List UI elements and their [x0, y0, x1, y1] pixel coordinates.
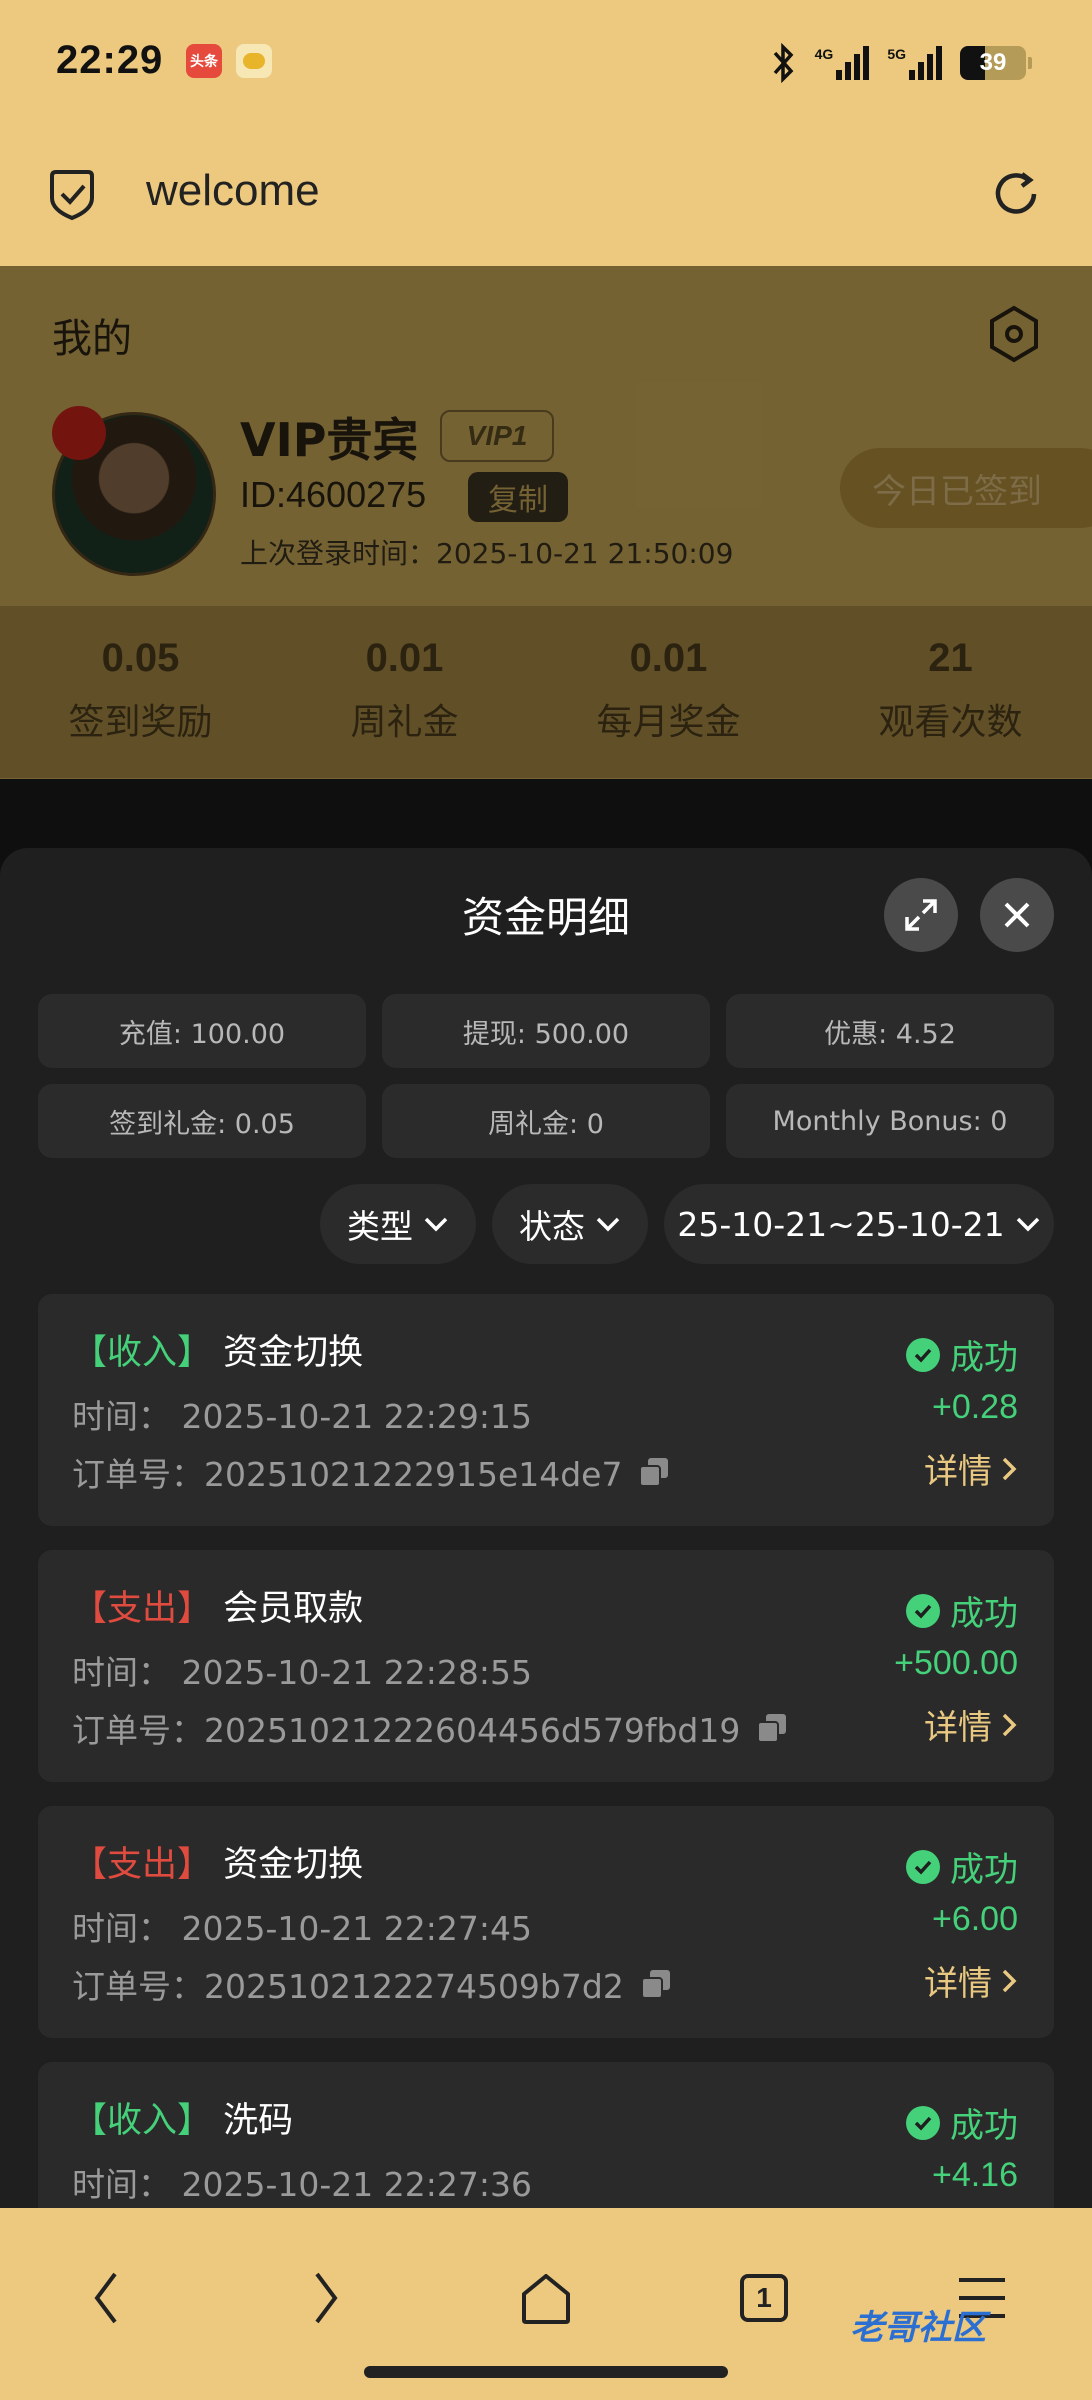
news-app-icon: 头条	[186, 44, 222, 78]
check-circle-icon	[906, 1849, 940, 1884]
record-direction: 【收入】	[72, 2101, 213, 2141]
chevron-right-icon	[315, 2272, 338, 2324]
copy-icon[interactable]	[638, 1456, 670, 1488]
close-button[interactable]	[980, 878, 1054, 952]
record-status: 成功	[906, 1330, 1018, 1379]
battery-icon: 39	[960, 46, 1032, 80]
home-indicator[interactable]	[364, 2366, 728, 2378]
shield-check-icon[interactable]	[44, 166, 100, 222]
record-detail-link[interactable]: 详情	[924, 1700, 1018, 1749]
record-time: 时间： 2025-10-21 22:29:15	[72, 1397, 532, 1436]
date-range-filter[interactable]: 25-10-21~25-10-21	[664, 1184, 1054, 1264]
summary-withdraw: 提现: 500.00	[382, 994, 710, 1068]
expand-button[interactable]	[884, 878, 958, 952]
check-circle-icon	[906, 2105, 940, 2140]
address-bar[interactable]: welcome	[146, 166, 320, 216]
home-button[interactable]	[496, 2248, 596, 2348]
record-name: 洗码	[223, 2101, 294, 2141]
record-title: 【支出】 资金切换	[72, 1836, 363, 1887]
bluetooth-icon	[773, 43, 794, 83]
record-order: 订单号：20251021222604456d579fbd19	[72, 1704, 788, 1752]
forward-button[interactable]	[276, 2248, 376, 2348]
record-name: 资金切换	[223, 1845, 364, 1885]
back-button[interactable]	[56, 2248, 156, 2348]
app-notification-icon	[236, 44, 272, 78]
date-range-label: 25-10-21~25-10-21	[677, 1204, 1005, 1244]
record-card[interactable]: 【支出】 资金切换 时间： 2025-10-21 22:27:45 订单号：20…	[38, 1806, 1054, 2038]
status-filter[interactable]: 状态	[492, 1184, 648, 1264]
signal-4g-icon: 4G	[815, 46, 870, 80]
copy-icon[interactable]	[640, 1968, 672, 2000]
chevron-right-icon	[1002, 1457, 1017, 1480]
chevron-down-icon	[424, 1217, 448, 1232]
type-filter-label: 类型	[347, 1207, 413, 1246]
type-filter[interactable]: 类型	[320, 1184, 476, 1264]
record-name: 会员取款	[223, 1589, 364, 1629]
chevron-right-icon	[1002, 1713, 1017, 1736]
tabs-icon: 1	[740, 2274, 788, 2322]
record-direction: 【支出】	[72, 1589, 213, 1629]
summary-deposit: 充值: 100.00	[38, 994, 366, 1068]
close-icon	[1004, 902, 1030, 928]
chevron-down-icon	[1016, 1217, 1039, 1232]
record-detail-link[interactable]: 详情	[924, 1956, 1018, 2005]
tabs-button[interactable]: 1	[714, 2248, 814, 2348]
chevron-right-icon	[1002, 1969, 1017, 1992]
record-title: 【收入】 资金切换	[72, 1324, 363, 1375]
refresh-icon[interactable]	[986, 164, 1046, 224]
record-direction: 【支出】	[72, 1845, 213, 1885]
record-status: 成功	[906, 2098, 1018, 2147]
record-name: 资金切换	[223, 1333, 364, 1373]
record-amount: +500.00	[894, 1644, 1018, 1682]
check-circle-icon	[906, 1337, 940, 1372]
summary-weekly-gift: 周礼金: 0	[382, 1084, 710, 1158]
record-amount: +0.28	[931, 1388, 1018, 1426]
record-detail-link[interactable]: 详情	[924, 1444, 1018, 1493]
record-order: 订单号：2025102122274509b7d2	[72, 1960, 672, 2008]
record-status: 成功	[906, 1842, 1018, 1891]
record-amount: +4.16	[931, 2156, 1018, 2194]
chevron-down-icon	[596, 1217, 620, 1232]
record-order: 订单号：20251021222915e14de7	[72, 1448, 670, 1496]
system-icons: 4G 5G 39	[771, 38, 1032, 88]
record-time: 时间： 2025-10-21 22:27:36	[72, 2165, 532, 2204]
chevron-left-icon	[94, 2272, 117, 2324]
record-card[interactable]: 【收入】 资金切换 时间： 2025-10-21 22:29:15 订单号：20…	[38, 1294, 1054, 1526]
status-time: 22:29	[56, 38, 164, 82]
record-time: 时间： 2025-10-21 22:28:55	[72, 1653, 532, 1692]
record-amount: +6.00	[931, 1900, 1018, 1938]
record-card[interactable]: 【支出】 会员取款 时间： 2025-10-21 22:28:55 订单号：20…	[38, 1550, 1054, 1782]
record-status: 成功	[906, 1586, 1018, 1635]
expand-icon	[905, 899, 937, 931]
summary-checkin-gift: 签到礼金: 0.05	[38, 1084, 366, 1158]
copy-icon[interactable]	[756, 1712, 788, 1744]
signal-5g-icon: 5G	[887, 46, 942, 80]
home-icon	[522, 2274, 570, 2324]
summary-monthly-bonus: Monthly Bonus: 0	[726, 1084, 1054, 1158]
summary-discount: 优惠: 4.52	[726, 994, 1054, 1068]
record-time: 时间： 2025-10-21 22:27:45	[72, 1909, 532, 1948]
status-filter-label: 状态	[519, 1207, 585, 1246]
record-title: 【收入】 洗码	[72, 2092, 293, 2143]
record-direction: 【收入】	[72, 1333, 213, 1373]
watermark-logo: 老哥社区	[850, 2308, 986, 2348]
record-title: 【支出】 会员取款	[72, 1580, 363, 1631]
check-circle-icon	[906, 1593, 940, 1628]
